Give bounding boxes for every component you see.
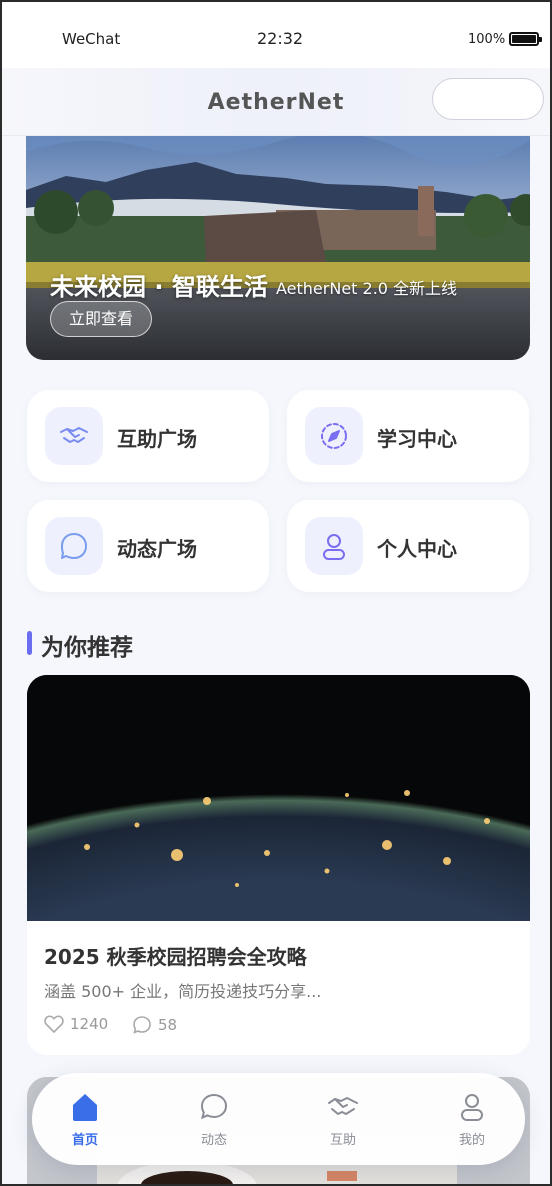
chat-bubble-icon: [45, 517, 103, 575]
battery-icon: [509, 32, 542, 46]
grid-item-mutual-help[interactable]: 互助广场: [27, 390, 269, 482]
hero-banner[interactable]: 未来校园 · 智联生活 AetherNet 2.0 全新上线 立即查看: [26, 112, 530, 360]
grid-item-learning-center[interactable]: 学习中心: [287, 390, 529, 482]
battery-percent: 100%: [468, 32, 506, 47]
tab-mine[interactable]: 我的: [432, 1091, 512, 1148]
recommend-card[interactable]: 2025 秋季校园招聘会全攻略 涵盖 500+ 企业，简历投递技巧分享... 1…: [27, 675, 530, 1055]
chat-bubble-icon: [200, 1093, 228, 1120]
user-icon: [305, 517, 363, 575]
grid-item-label: 动态广场: [117, 537, 197, 561]
tab-mutual-help[interactable]: 互助: [303, 1091, 383, 1148]
banner-subline: AetherNet 2.0 全新上线: [276, 279, 458, 298]
tab-home[interactable]: 首页: [45, 1091, 125, 1148]
phone-screen: WeChat 22:32 100% AetherNet 未来校园 · 智联生活 …: [0, 0, 552, 1186]
tab-label: 互助: [329, 1133, 356, 1148]
status-bar: WeChat 22:32 100%: [2, 2, 550, 68]
clock: 22:32: [257, 29, 304, 48]
bottom-tab-bar: 首页 动态 互助 我的: [32, 1073, 525, 1165]
carrier-label: WeChat: [62, 30, 121, 48]
comment-count: 58: [158, 1016, 178, 1034]
user-icon: [461, 1094, 483, 1121]
section-title: 为你推荐: [41, 635, 133, 661]
nav-bar: AetherNet: [2, 68, 550, 136]
tab-label: 首页: [71, 1133, 98, 1148]
miniprogram-capsule-button[interactable]: [432, 78, 544, 120]
card-title: 2025 秋季校园招聘会全攻略: [44, 945, 307, 969]
heart-icon: [44, 1015, 64, 1033]
comment-button[interactable]: 58: [132, 1015, 177, 1035]
grid-item-label: 个人中心: [377, 537, 457, 561]
like-button[interactable]: 1240: [44, 1015, 108, 1033]
card-image: [27, 675, 530, 921]
grid-item-profile-center[interactable]: 个人中心: [287, 500, 529, 592]
tab-label: 我的: [458, 1133, 485, 1148]
compass-icon: [305, 407, 363, 465]
section-accent-bar: [27, 631, 32, 655]
card-description: 涵盖 500+ 企业，简历投递技巧分享...: [44, 982, 322, 1001]
tab-feed[interactable]: 动态: [174, 1091, 254, 1148]
banner-headline: 未来校园 · 智联生活: [50, 273, 268, 301]
handshake-icon: [328, 1097, 358, 1115]
grid-item-feed-square[interactable]: 动态广场: [27, 500, 269, 592]
banner-cta-button[interactable]: 立即查看: [50, 301, 152, 337]
home-icon: [73, 1094, 97, 1121]
comment-icon: [133, 1016, 151, 1034]
grid-item-label: 互助广场: [117, 427, 197, 451]
grid-item-label: 学习中心: [377, 427, 457, 451]
like-count: 1240: [70, 1015, 109, 1033]
handshake-icon: [45, 407, 103, 465]
tab-label: 动态: [200, 1133, 227, 1148]
